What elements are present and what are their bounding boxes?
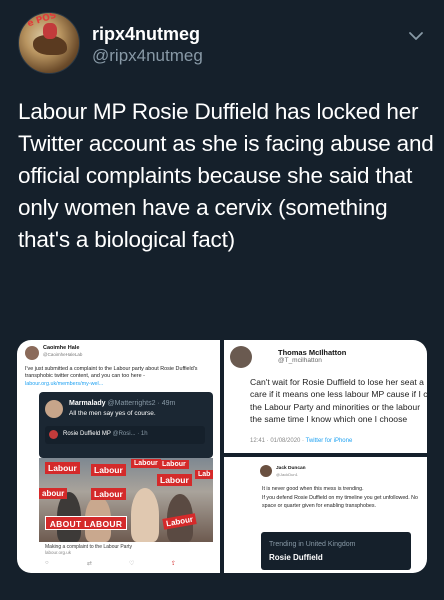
user-handle[interactable]: @ripx4nutmeg bbox=[92, 46, 203, 66]
author-handle: @JackDun1 bbox=[276, 472, 298, 477]
display-name[interactable]: ripx4nutmeg bbox=[92, 24, 200, 45]
nested-author-name: Rosie Duffield MP bbox=[63, 431, 111, 437]
bottom-strip bbox=[17, 576, 427, 600]
author-handle: @T_mcilhatton bbox=[278, 357, 322, 364]
media-image-2[interactable]: Thomas McIlhatton @T_mcilhatton Can't wa… bbox=[224, 340, 427, 453]
trend-label: Trending in United Kingdom bbox=[269, 541, 356, 548]
quote-author: Marmalady @Matterrights2 · 49m bbox=[69, 400, 175, 407]
tweet-paragraph: It is never good when this mess is trend… bbox=[262, 486, 364, 492]
crowd-person bbox=[131, 488, 159, 542]
avatar bbox=[25, 346, 39, 360]
tweet-source: Twitter for iPhone bbox=[305, 438, 353, 444]
avatar bbox=[230, 346, 252, 368]
protest-sign: Labour bbox=[91, 464, 126, 476]
quote-text: All the men say yes of course. bbox=[69, 410, 156, 417]
action-bar: ○ ⇄ ♡ ⇪ bbox=[45, 560, 195, 568]
protest-sign: Labour bbox=[131, 459, 161, 468]
quote-author-name: Marmalady bbox=[69, 400, 106, 407]
protest-sign: Labour bbox=[45, 462, 80, 474]
media-image-3[interactable]: Jack Duncan @JackDun1 It is never good w… bbox=[224, 457, 427, 573]
quote-author-meta: @Matterrights2 · 49m bbox=[107, 400, 176, 407]
complaint-link: labour.org.uk/members/my-wel... bbox=[25, 380, 104, 387]
nested-quote: Rosie Duffield MP @Rosi... · 1h bbox=[45, 426, 205, 444]
avatar bbox=[49, 430, 58, 439]
trending-card: Trending in United Kingdom Rosie Duffiel… bbox=[261, 532, 411, 570]
about-labour-banner: ABOUT LABOUR bbox=[45, 516, 127, 530]
reply-icon: ○ bbox=[45, 560, 49, 566]
tweet-line: the Labour Party and minorities or the l… bbox=[250, 401, 421, 412]
tweet-paragraph: If you defend Rosie Duffield on my timel… bbox=[262, 494, 418, 510]
share-icon: ⇪ bbox=[171, 561, 177, 567]
tweet-body: Can't wait for Rosie Duffield to lose he… bbox=[250, 376, 427, 426]
media-grid: Caoimhe Hale @CaoimheHaleLab I've just s… bbox=[17, 340, 427, 573]
avatar-jockey-shape bbox=[43, 23, 57, 39]
quoted-tweet: Marmalady @Matterrights2 · 49m All the m… bbox=[39, 392, 213, 458]
tweet-text: Labour MP Rosie Duffield has locked her … bbox=[18, 99, 434, 252]
protest-sign: Labour bbox=[157, 474, 192, 486]
tweet-body: It is never good when this mess is trend… bbox=[262, 485, 422, 511]
like-icon: ♡ bbox=[129, 561, 135, 567]
author-name: Thomas McIlhatton bbox=[278, 348, 347, 357]
protest-sign: Lab bbox=[195, 470, 213, 479]
body-text: I've just submitted a complaint to the L… bbox=[25, 366, 198, 380]
retweet-icon: ⇄ bbox=[87, 561, 93, 567]
avatar bbox=[45, 400, 63, 418]
tweet-header: e POS ripx4nutmeg @ripx4nutmeg bbox=[0, 0, 444, 82]
tweet-date: 12:41 · 01/08/2020 · bbox=[250, 438, 305, 444]
media-image-1[interactable]: Caoimhe Hale @CaoimheHaleLab I've just s… bbox=[17, 340, 220, 573]
nested-author-meta: @Rosi... · 1h bbox=[112, 431, 148, 437]
trend-topic: Rosie Duffield bbox=[269, 553, 323, 562]
protest-sign: abour bbox=[39, 488, 68, 499]
author-name: Jack Duncan bbox=[276, 466, 306, 471]
tweet-line: care if it means one less labour MP caus… bbox=[250, 389, 427, 400]
link-caption-url: labour.org.uk bbox=[45, 550, 72, 555]
tweet-line: Can't wait for Rosie Duffield to lose he… bbox=[250, 377, 424, 387]
nested-quote-author: Rosie Duffield MP @Rosi... · 1h bbox=[63, 431, 148, 437]
tweet-body: I've just submitted a complaint to the L… bbox=[25, 366, 211, 388]
tweet-timestamp: 12:41 · 01/08/2020 · Twitter for iPhone bbox=[250, 438, 352, 444]
avatar bbox=[260, 465, 272, 477]
tweet-line: the same time I know which one I choose bbox=[250, 414, 408, 425]
chevron-down-icon[interactable] bbox=[406, 26, 426, 46]
profile-avatar[interactable]: e POS bbox=[18, 12, 80, 74]
protest-sign: Labour bbox=[159, 460, 189, 469]
author-name: Caoimhe Hale bbox=[43, 345, 80, 351]
protest-sign: Labour bbox=[91, 488, 126, 500]
author-handle: @CaoimheHaleLab bbox=[43, 352, 83, 357]
